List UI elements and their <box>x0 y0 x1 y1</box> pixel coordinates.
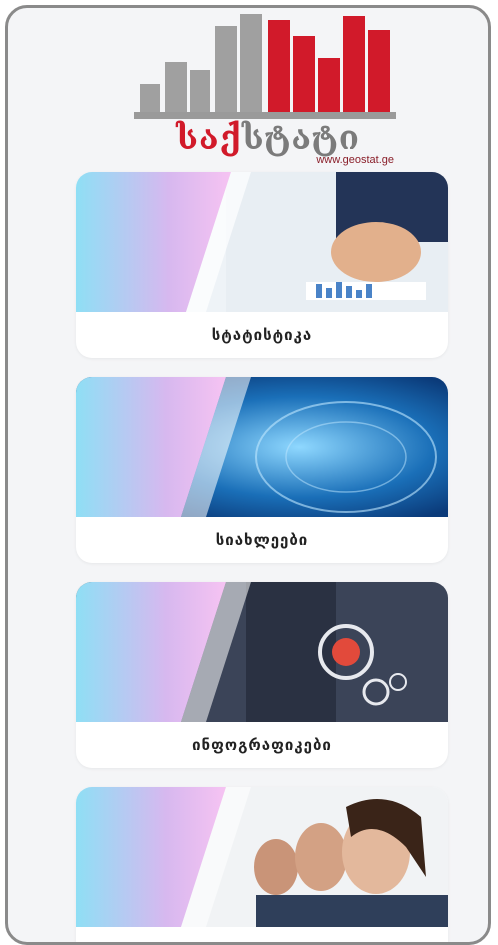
menu-card-news[interactable]: სიახლეები <box>76 377 448 563</box>
menu-card-statistics[interactable]: სტატისტიკა <box>76 172 448 358</box>
menu-card-label <box>76 927 448 942</box>
geostat-logo: საქსტატი www.geostat.ge <box>130 14 400 166</box>
news-globe-photo <box>76 377 448 517</box>
logo-bars-icon <box>134 14 396 119</box>
logo-url: www.geostat.ge <box>316 154 394 166</box>
logo-wordmark: საქსტატი <box>176 118 360 157</box>
app-frame: საქსტატი www.geostat.ge სტატისტიკა სიახლ… <box>5 5 491 945</box>
infographics-hand-photo <box>76 582 448 722</box>
menu-card-label: ინფოგრაფიკები <box>192 736 332 754</box>
statistics-chart-photo <box>76 172 448 312</box>
call-center-photo <box>76 787 448 927</box>
menu-card-label: სიახლეები <box>215 531 309 549</box>
menu-card-label: სტატისტიკა <box>211 326 313 344</box>
menu-card-infographics[interactable]: ინფოგრაფიკები <box>76 582 448 768</box>
menu-card-contact[interactable] <box>76 787 448 942</box>
